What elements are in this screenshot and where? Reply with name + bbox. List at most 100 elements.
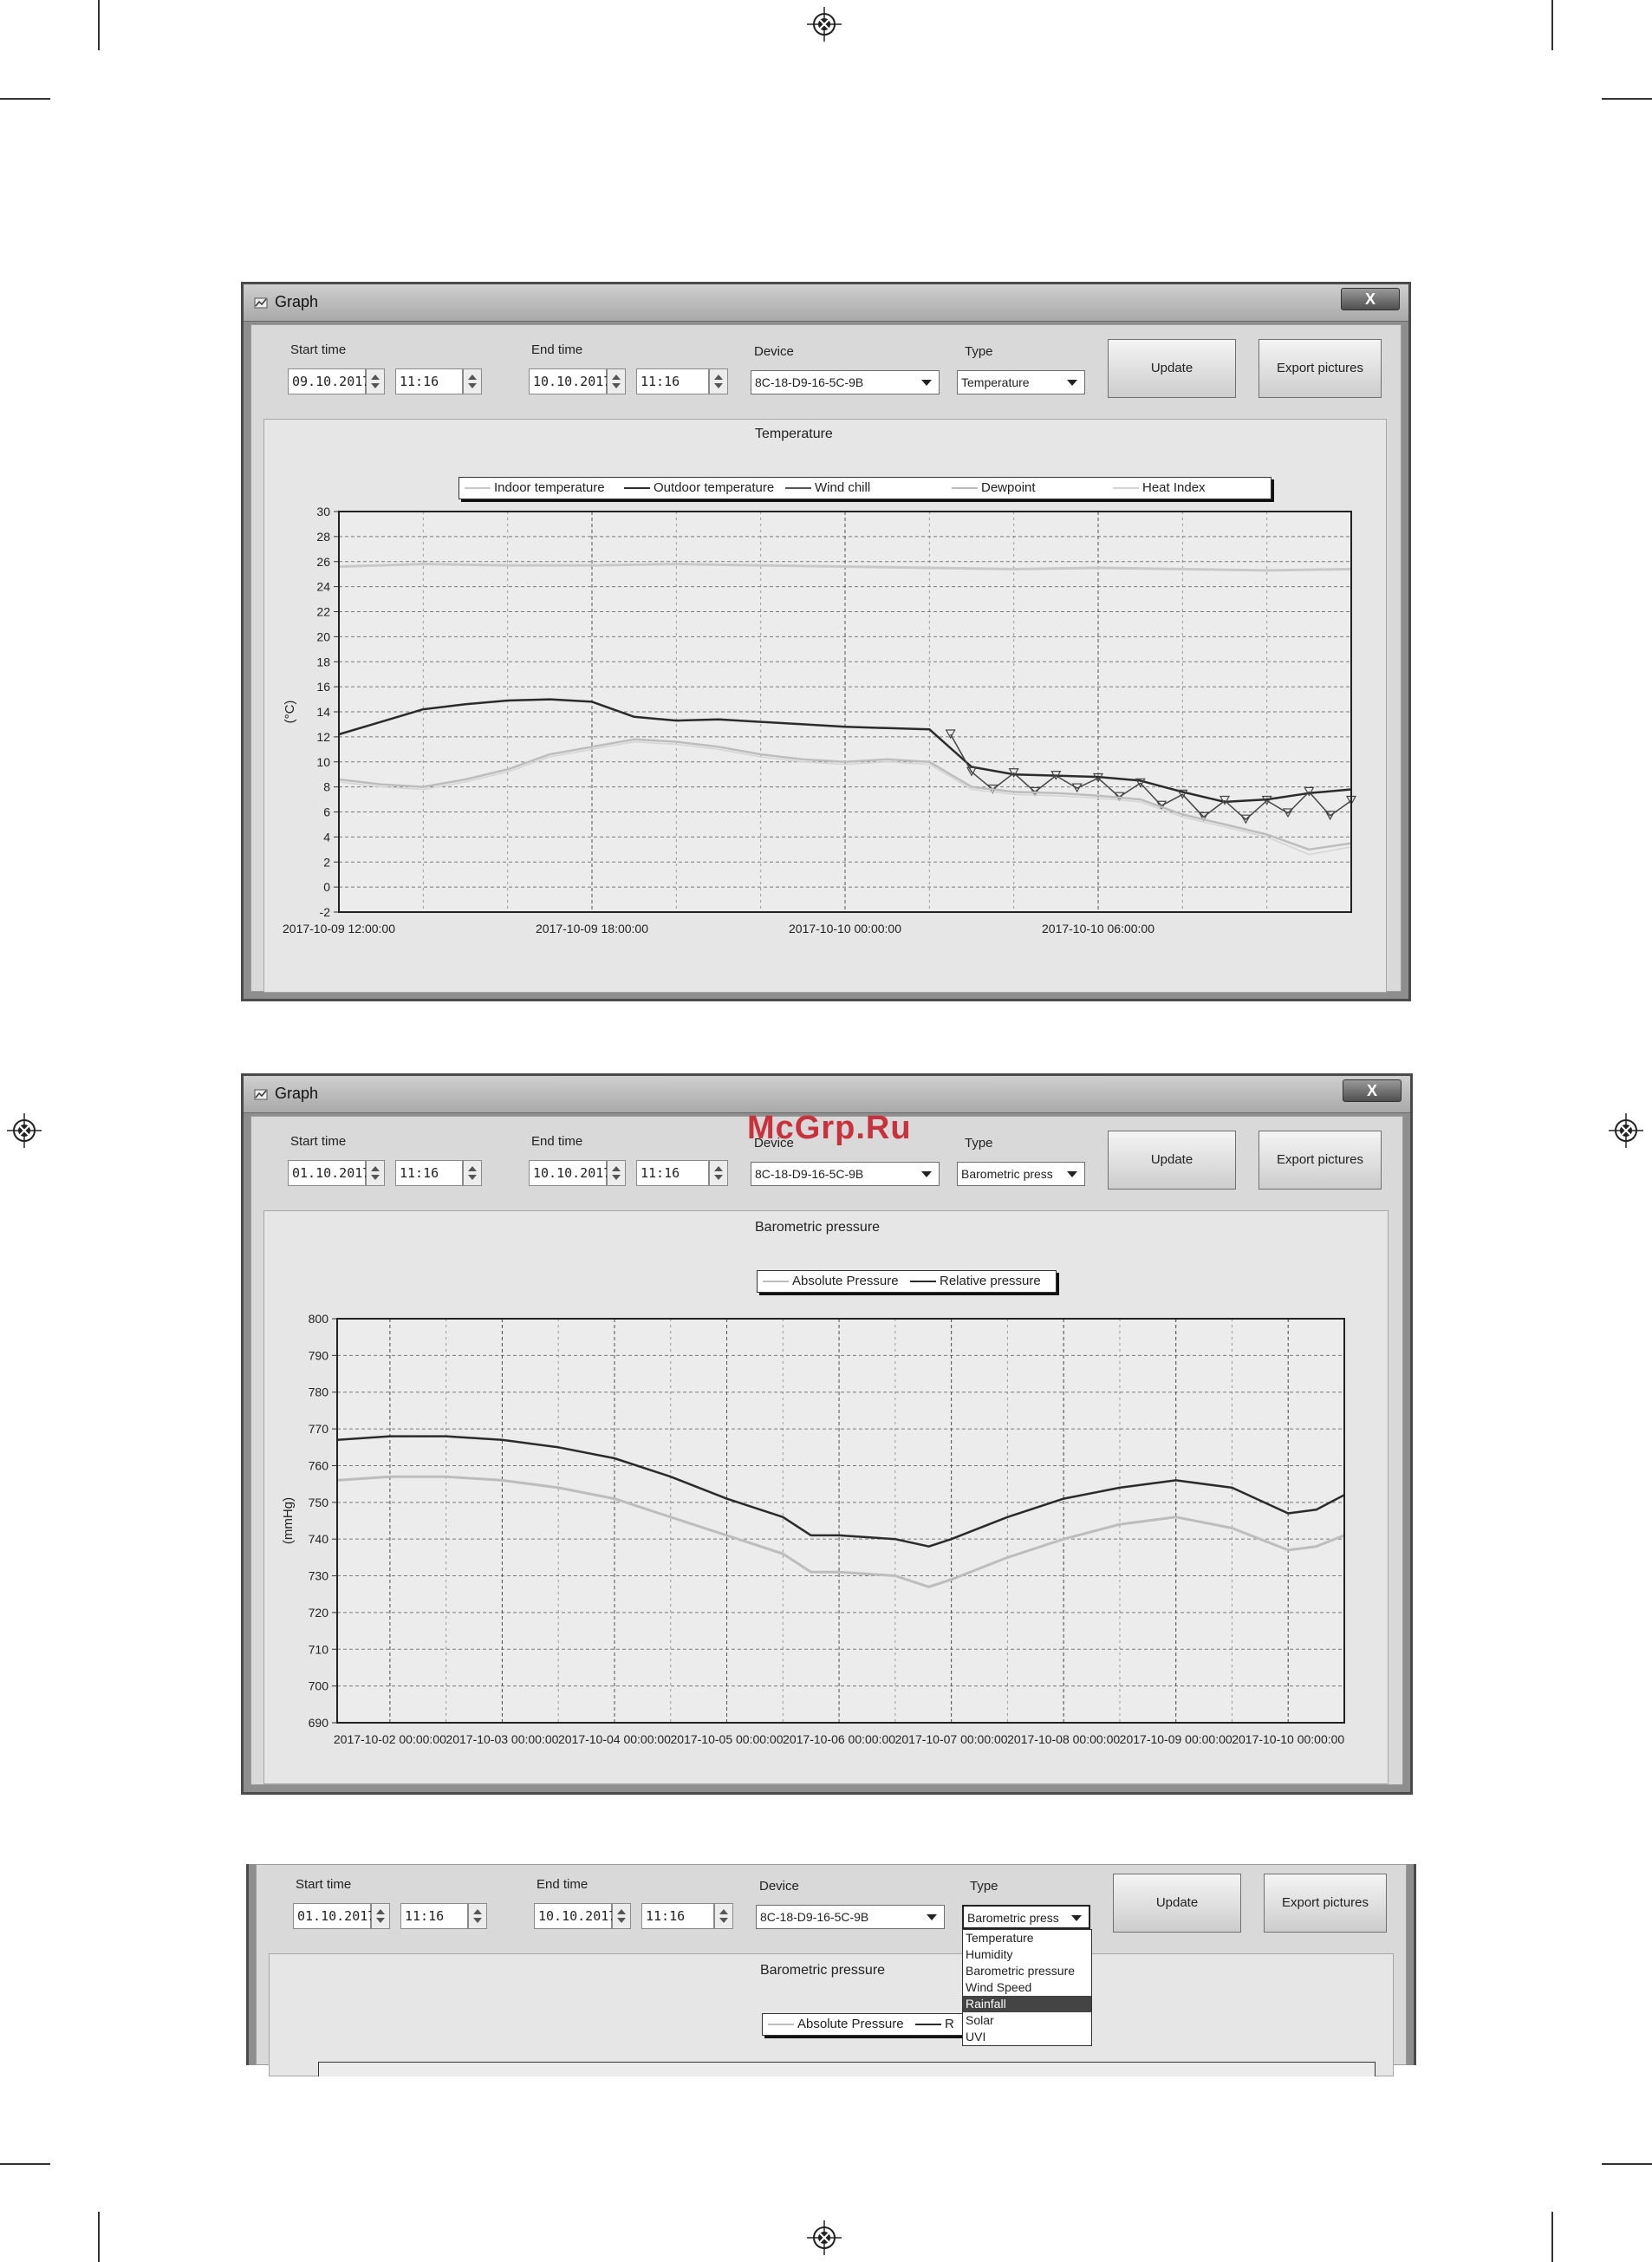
type-option[interactable]: Solar	[963, 2012, 1091, 2029]
end-date-spinner[interactable]	[607, 368, 626, 394]
spin-down-icon	[376, 1918, 385, 1923]
end-date-field[interactable]: 10.10.2017	[534, 1903, 616, 1929]
end-time-label: End time	[537, 1877, 589, 1892]
start-time-field[interactable]: 11:16	[395, 368, 463, 394]
title-bar[interactable]: Graph X	[244, 1076, 1410, 1113]
end-date-field[interactable]: 10.10.2017	[529, 1160, 611, 1186]
chart-title: Barometric pressure	[755, 1220, 881, 1235]
start-time-spinner[interactable]	[463, 368, 482, 394]
start-time-label: Start time	[290, 1134, 347, 1149]
device-label: Device	[759, 1879, 799, 1894]
legend-swatch	[1113, 487, 1139, 490]
start-date-field[interactable]: 09.10.2017	[288, 368, 370, 394]
y-tick-label: 12	[316, 730, 330, 744]
legend-item: Absolute Pressure	[768, 2016, 904, 2033]
y-tick-label: 720	[309, 1606, 329, 1620]
temperature-chart: -20246810121416182022242628302017-10-09 …	[283, 505, 1357, 935]
x-tick-label: 2017-10-05 00:00:00	[671, 1732, 784, 1746]
plot-area-top	[318, 2062, 1376, 2076]
export-pictures-button[interactable]: Export pictures	[1259, 339, 1382, 398]
type-select[interactable]: Barometric press	[957, 1162, 1085, 1186]
legend-swatch	[624, 487, 650, 490]
spin-up-icon	[376, 1909, 385, 1914]
end-time-field[interactable]: 11:16	[641, 1903, 714, 1929]
start-time-spinner[interactable]	[468, 1903, 487, 1929]
end-time-field[interactable]: 11:16	[636, 1160, 709, 1186]
type-option[interactable]: Barometric pressure	[963, 1963, 1091, 1979]
start-date-field[interactable]: 01.10.2017	[288, 1160, 370, 1186]
spin-down-icon	[617, 1918, 626, 1923]
type-option[interactable]: Wind Speed	[963, 1979, 1091, 1996]
type-select-value: Temperature	[961, 375, 1030, 389]
end-date-spinner[interactable]	[607, 1160, 626, 1186]
legend-swatch	[768, 2024, 794, 2026]
device-select[interactable]: 8C-18-D9-16-5C-9B	[756, 1905, 945, 1929]
device-select[interactable]: 8C-18-D9-16-5C-9B	[751, 1162, 940, 1186]
crop-mark	[0, 2163, 50, 2165]
crop-mark	[0, 98, 50, 100]
y-tick-label: 10	[316, 755, 330, 769]
start-date-spinner[interactable]	[366, 1160, 385, 1186]
close-button[interactable]: X	[1343, 1079, 1402, 1102]
device-select[interactable]: 8C-18-D9-16-5C-9B	[751, 370, 940, 394]
registration-mark-icon	[7, 1113, 42, 1148]
spin-down-icon	[473, 1918, 482, 1923]
start-time-field[interactable]: 11:16	[395, 1160, 463, 1186]
export-pictures-button[interactable]: Export pictures	[1264, 1874, 1387, 1933]
type-select[interactable]: Temperature	[957, 370, 1085, 394]
y-tick-label: 14	[316, 705, 330, 719]
spin-down-icon	[714, 1175, 723, 1180]
x-tick-label: 2017-10-08 00:00:00	[1007, 1732, 1120, 1746]
y-tick-label: 780	[309, 1385, 329, 1399]
spin-up-icon	[714, 375, 723, 380]
start-time-field[interactable]: 11:16	[400, 1903, 468, 1929]
chart-panel: Barometric pressure Absolute Pressure R	[269, 1953, 1394, 2076]
dropdown-arrow-icon	[921, 1171, 932, 1177]
spin-down-icon	[371, 383, 380, 388]
start-time-spinner[interactable]	[463, 1160, 482, 1186]
type-option[interactable]: Humidity	[963, 1946, 1091, 1963]
end-time-spinner[interactable]	[714, 1903, 733, 1929]
end-time-field[interactable]: 11:16	[636, 368, 709, 394]
type-dropdown-list[interactable]: Temperature Humidity Barometric pressure Wi…	[962, 1929, 1092, 2046]
end-date-field[interactable]: 10.10.2017	[529, 368, 611, 394]
window-client: Start time 09.10.2017 11:16 End time 10.…	[250, 324, 1402, 993]
title-bar[interactable]: Graph X	[244, 284, 1408, 322]
export-pictures-button[interactable]: Export pictures	[1259, 1131, 1382, 1190]
spin-up-icon	[468, 375, 477, 380]
legend-item: Outdoor temperature	[624, 479, 774, 497]
update-button[interactable]: Update	[1113, 1874, 1241, 1933]
update-button[interactable]: Update	[1108, 1131, 1236, 1190]
legend-label: R	[945, 2017, 954, 2031]
start-date-spinner[interactable]	[371, 1903, 390, 1929]
start-date-spinner[interactable]	[366, 368, 385, 394]
spin-up-icon	[371, 1166, 380, 1171]
start-date-field[interactable]: 01.10.2017	[293, 1903, 375, 1929]
spin-up-icon	[714, 1166, 723, 1171]
end-time-spinner[interactable]	[709, 1160, 728, 1186]
y-tick-label: 22	[316, 605, 330, 619]
spin-up-icon	[612, 375, 621, 380]
device-select-value: 8C-18-D9-16-5C-9B	[755, 1167, 864, 1181]
spin-up-icon	[468, 1166, 477, 1171]
type-option[interactable]: Rainfall	[963, 1996, 1091, 2012]
chart-title: Barometric pressure	[760, 1963, 886, 1978]
spin-down-icon	[612, 1175, 621, 1180]
update-button[interactable]: Update	[1108, 339, 1236, 398]
end-time-spinner[interactable]	[709, 368, 728, 394]
type-option[interactable]: UVI	[963, 2029, 1091, 2045]
app-icon	[254, 297, 268, 309]
end-date-spinner[interactable]	[612, 1903, 631, 1929]
spin-down-icon	[371, 1175, 380, 1180]
spin-down-icon	[719, 1918, 728, 1923]
y-tick-label: 700	[309, 1679, 329, 1693]
type-select[interactable]: Barometric press	[962, 1905, 1090, 1929]
x-tick-label: 2017-10-10 06:00:00	[1042, 922, 1154, 935]
watermark-text: McGrp.Ru	[747, 1110, 912, 1146]
chart-legend: Indoor temperature Outdoor temperature W…	[459, 477, 1272, 499]
graph-window-type-dropdown: Start time 01.10.2017 11:16 End time 10.…	[246, 1864, 1416, 2076]
type-option[interactable]: Temperature	[963, 1930, 1091, 1946]
legend-swatch	[465, 487, 491, 490]
close-button[interactable]: X	[1341, 288, 1400, 310]
legend-label: Dewpoint	[981, 480, 1036, 495]
